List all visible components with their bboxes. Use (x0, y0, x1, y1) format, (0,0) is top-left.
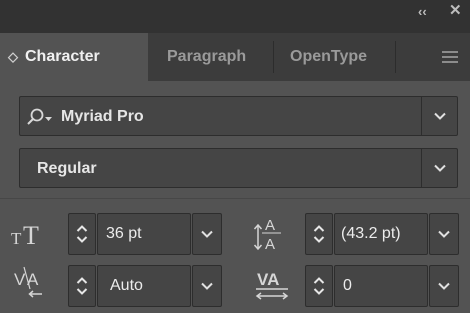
tracking-input[interactable]: 0 (334, 265, 428, 307)
font-size-dropdown[interactable] (192, 213, 222, 255)
kerning-input[interactable]: Auto (97, 265, 191, 307)
stepper-arrows-icon (313, 277, 325, 295)
tab-character-label: Character (25, 48, 100, 65)
close-icon[interactable]: ✕ (449, 3, 462, 18)
search-icon (27, 108, 52, 125)
font-style-value: Regular (37, 160, 97, 177)
panel-titlebar: ‹‹ ✕ (0, 0, 470, 33)
svg-text:A: A (265, 236, 275, 253)
kerning-dropdown[interactable] (192, 265, 222, 307)
leading-icon: A A (253, 217, 281, 253)
svg-text:T: T (23, 221, 39, 248)
chevron-down-icon (438, 230, 450, 238)
kerning-value: Auto (110, 277, 143, 294)
sort-icon: ◇ (8, 49, 18, 64)
chevron-down-icon (433, 112, 446, 120)
font-size-input[interactable]: 36 pt (97, 213, 191, 255)
kerning-icon: V A (14, 266, 42, 298)
stepper-arrows-icon (313, 225, 325, 243)
chevron-down-icon (201, 230, 213, 238)
tracking-value: 0 (343, 277, 352, 294)
font-size-icon: T T (11, 221, 39, 248)
panel-tabs: ◇ Character Paragraph OpenType (0, 33, 470, 81)
svg-text:VA: VA (257, 270, 279, 289)
svg-text:A: A (265, 217, 275, 234)
tracking-dropdown[interactable] (429, 265, 459, 307)
leading-dropdown[interactable] (429, 213, 459, 255)
collapse-icon[interactable]: ‹‹ (418, 5, 427, 19)
tab-opentype-label: OpenType (290, 48, 368, 65)
svg-text:V: V (14, 270, 26, 289)
tracking-icon: VA (255, 270, 289, 300)
kerning-stepper[interactable] (68, 265, 96, 307)
tab-character[interactable]: ◇ Character (0, 33, 148, 81)
chevron-down-icon (438, 282, 450, 290)
leading-stepper[interactable] (305, 213, 333, 255)
font-family-dropdown[interactable]: Myriad Pro (19, 96, 458, 136)
section-divider (0, 198, 470, 199)
tab-divider (273, 41, 274, 73)
stepper-arrows-icon (76, 225, 88, 243)
character-panel: ‹‹ ✕ ◇ Character Paragraph OpenType Myri… (0, 0, 470, 313)
tab-paragraph[interactable]: Paragraph (167, 33, 267, 81)
panel-menu-icon[interactable] (442, 51, 458, 63)
tracking-stepper[interactable] (305, 265, 333, 307)
tab-divider (395, 41, 396, 73)
tab-paragraph-label: Paragraph (167, 48, 247, 65)
font-family-dropdown-arrow[interactable] (421, 97, 457, 135)
tab-opentype[interactable]: OpenType (290, 33, 390, 81)
leading-value: (43.2 pt) (341, 225, 401, 242)
font-style-dropdown-arrow[interactable] (421, 149, 457, 187)
font-family-value: Myriad Pro (61, 108, 144, 125)
chevron-down-icon (433, 164, 446, 172)
font-size-stepper[interactable] (68, 213, 96, 255)
font-size-value: 36 pt (106, 225, 142, 242)
svg-text:T: T (11, 229, 22, 248)
svg-text:A: A (27, 270, 39, 289)
leading-input[interactable]: (43.2 pt) (334, 213, 428, 255)
chevron-down-icon (201, 282, 213, 290)
stepper-arrows-icon (76, 277, 88, 295)
font-style-dropdown[interactable]: Regular (19, 148, 458, 188)
